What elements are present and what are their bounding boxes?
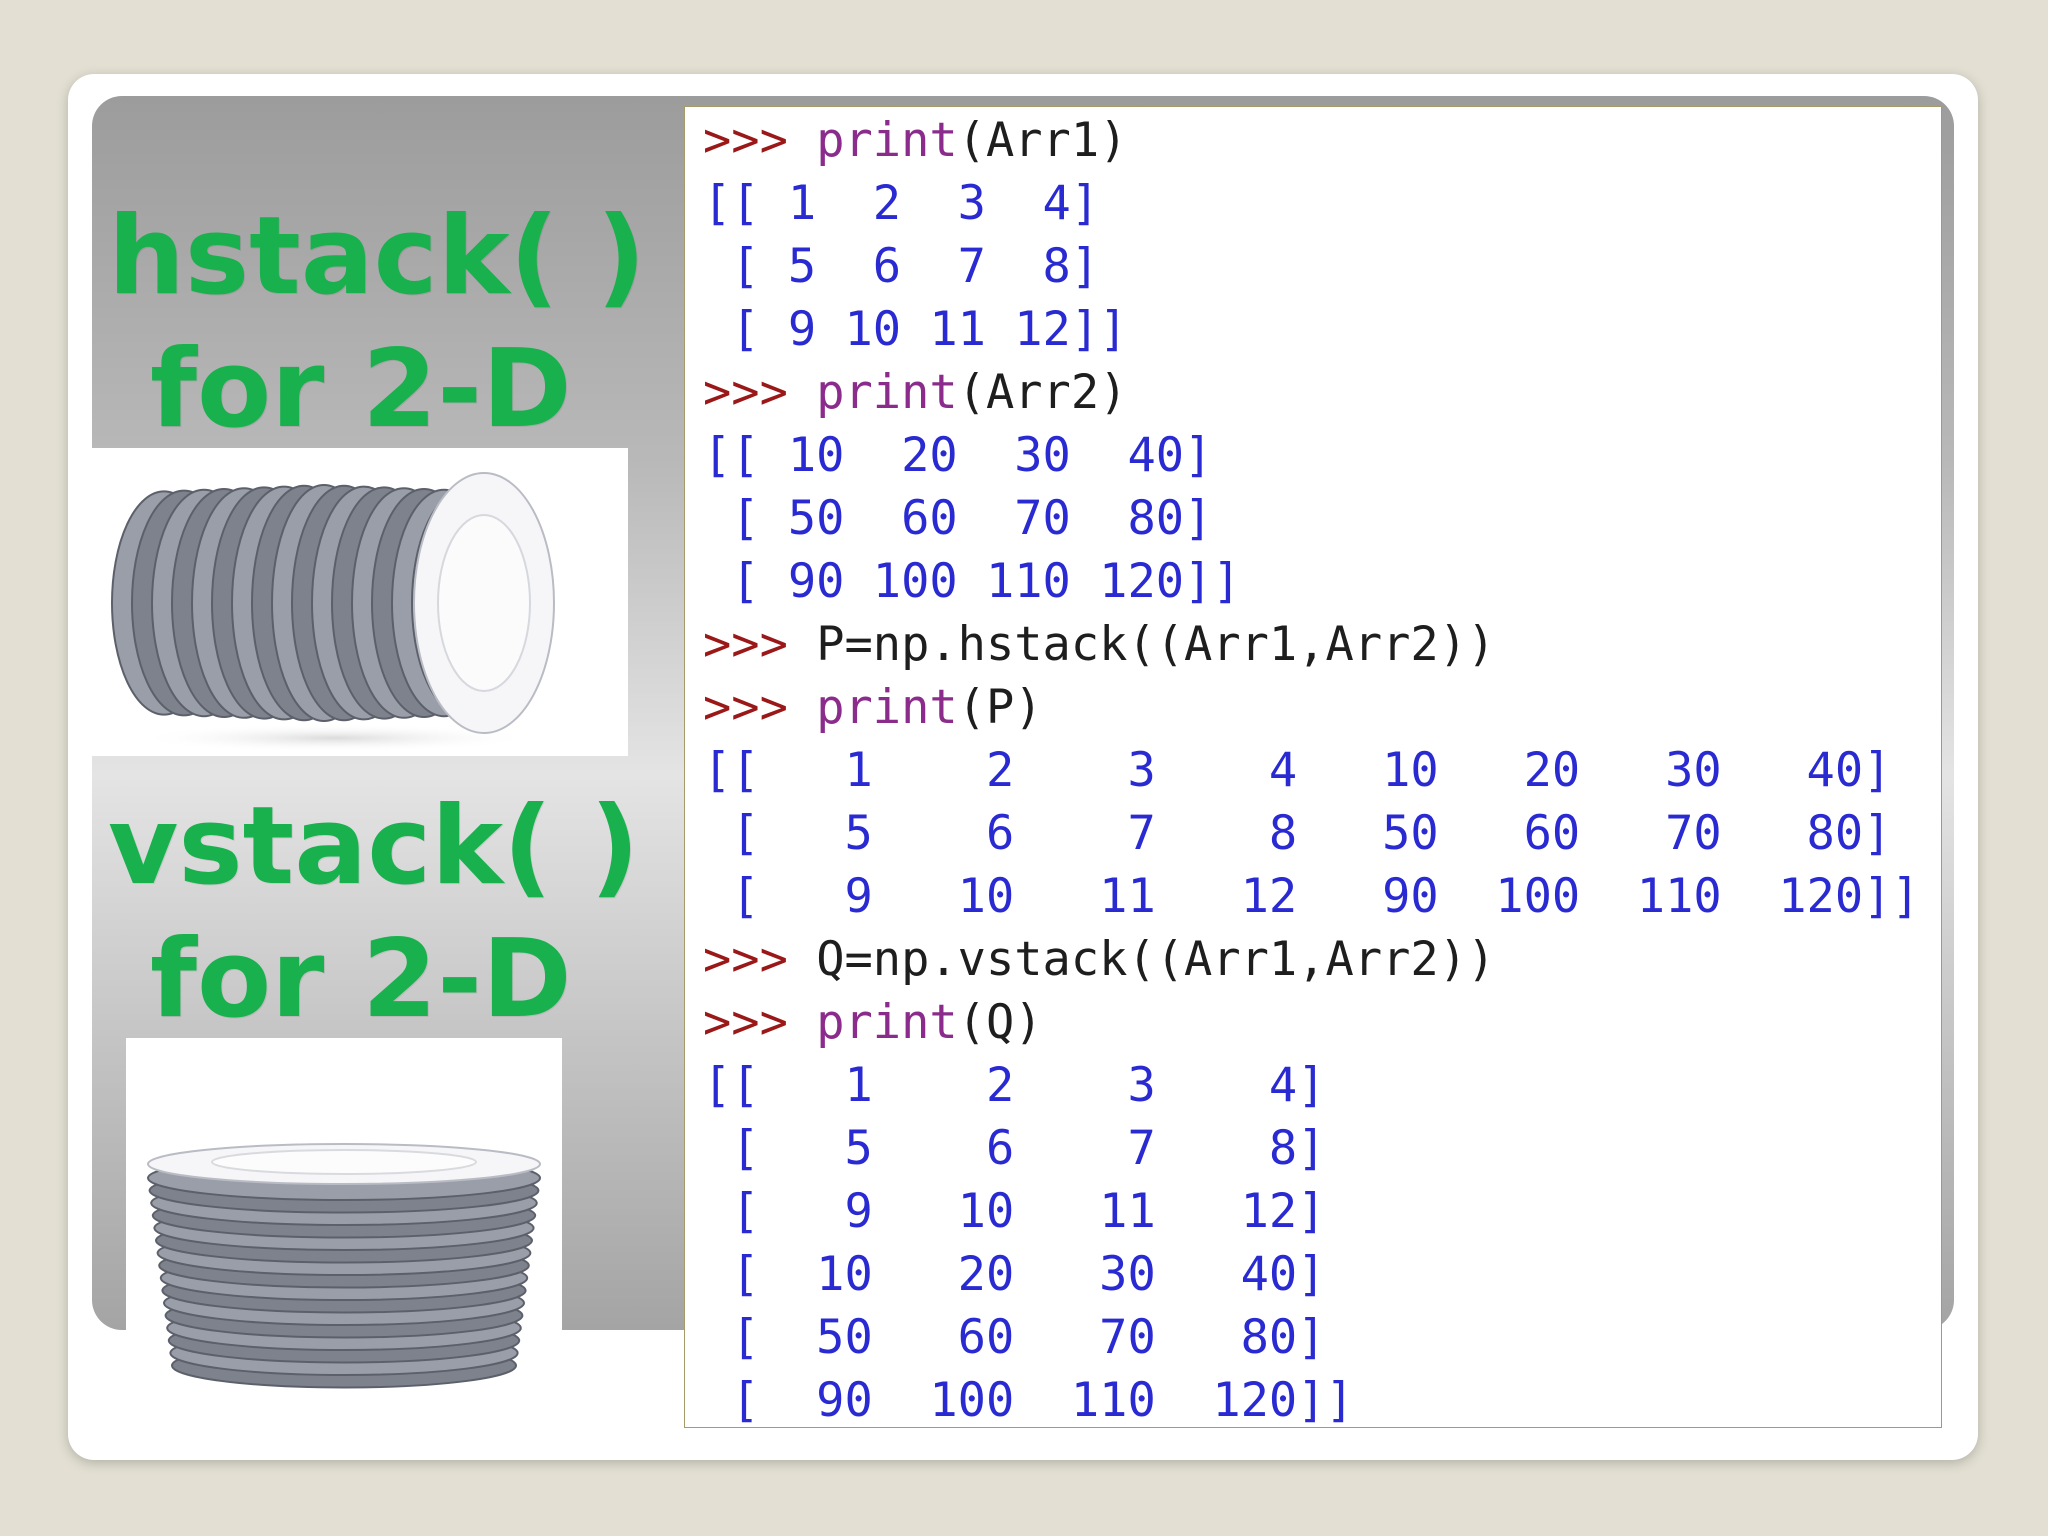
console-output-line: [[ 1 2 3 4 10 20 30 40] — [703, 743, 1892, 798]
plates-vertical-image — [126, 1038, 562, 1410]
hstack-heading: hstack( ) — [108, 194, 646, 319]
console-output-line: [ 90 100 110 120]] — [703, 554, 1241, 609]
console-output-line: [[ 10 20 30 40] — [703, 428, 1213, 483]
console-input-line: >>> print(P) — [703, 676, 1043, 739]
console-output-line: [[ 1 2 3 4] — [703, 1058, 1326, 1113]
console-output-line: [ 90 100 110 120]] — [703, 1373, 1354, 1428]
console-input-line: >>> print(Arr2) — [703, 361, 1127, 424]
console-output-line: [ 50 60 70 80] — [703, 1310, 1326, 1365]
horizontal-plates-graphic — [111, 472, 555, 752]
console-input-line: >>> P=np.hstack((Arr1,Arr2)) — [703, 613, 1495, 676]
console-code: P=np.hstack((Arr1,Arr2)) — [816, 617, 1496, 672]
console-input-line: >>> print(Q) — [703, 991, 1043, 1054]
vertical-plates-graphic — [147, 1143, 541, 1389]
plates-horizontal-image — [84, 448, 628, 756]
vstack-heading: vstack( ) — [108, 784, 640, 909]
vstack-subheading: for 2-D — [150, 917, 572, 1042]
console-code: (P) — [957, 680, 1043, 735]
python-console-output: >>> print(Arr1)[[ 1 2 3 4] [ 5 6 7 8] [ … — [684, 106, 1942, 1428]
console-output-line: [ 5 6 7 8 50 60 70 80] — [703, 806, 1892, 861]
console-code: Q=np.vstack((Arr1,Arr2)) — [816, 932, 1496, 987]
console-prompt: >>> — [703, 365, 817, 420]
console-output-line: [[ 1 2 3 4] — [703, 176, 1100, 231]
console-input-line: >>> print(Arr1) — [703, 109, 1127, 172]
console-prompt: >>> — [703, 995, 817, 1050]
console-input-line: >>> Q=np.vstack((Arr1,Arr2)) — [703, 928, 1495, 991]
console-keyword: print — [816, 680, 958, 735]
console-prompt: >>> — [703, 680, 817, 735]
hstack-subheading: for 2-D — [150, 327, 572, 452]
console-output-line: [ 9 10 11 12]] — [703, 302, 1128, 357]
console-output-line: [ 9 10 11 12 90 100 110 120]] — [703, 869, 1920, 924]
console-prompt: >>> — [703, 113, 817, 168]
console-output-line: [ 9 10 11 12] — [703, 1184, 1326, 1239]
console-output-line: [ 5 6 7 8] — [703, 1121, 1326, 1176]
console-keyword: print — [816, 365, 958, 420]
console-output-line: [ 50 60 70 80] — [703, 491, 1213, 546]
console-output-line: [ 10 20 30 40] — [703, 1247, 1326, 1302]
console-prompt: >>> — [703, 617, 817, 672]
console-code: (Arr1) — [957, 113, 1128, 168]
console-keyword: print — [816, 113, 958, 168]
console-code: (Q) — [957, 995, 1043, 1050]
console-code: (Arr2) — [957, 365, 1128, 420]
console-prompt: >>> — [703, 932, 817, 987]
console-keyword: print — [816, 995, 958, 1050]
console-output-line: [ 5 6 7 8] — [703, 239, 1100, 294]
